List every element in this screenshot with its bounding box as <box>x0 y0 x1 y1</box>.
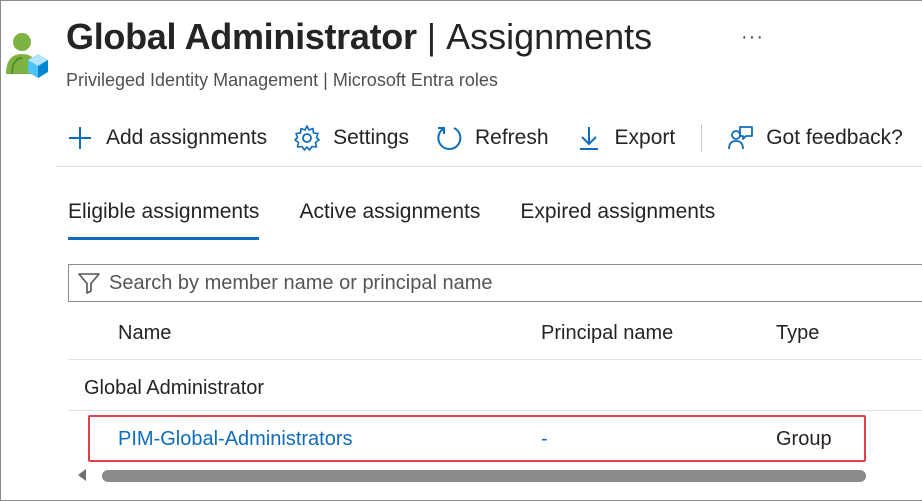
refresh-icon <box>437 127 462 150</box>
feedback-icon <box>728 126 754 150</box>
tab-eligible-assignments[interactable]: Eligible assignments <box>68 200 260 240</box>
title-separator: | <box>426 16 437 57</box>
table-header: Name Principal name Type <box>68 312 922 360</box>
add-assignments-button[interactable]: Add assignments <box>66 124 267 152</box>
column-header-name[interactable]: Name <box>118 322 171 345</box>
type-cell: Group <box>776 428 832 450</box>
settings-label: Settings <box>333 126 409 149</box>
group-label: Global Administrator <box>84 377 265 399</box>
page-title-section: Assignments <box>446 16 653 57</box>
column-header-type[interactable]: Type <box>776 322 819 345</box>
page-title-main: Global Administrator <box>66 16 417 57</box>
add-assignments-label: Add assignments <box>106 126 268 149</box>
table-row[interactable]: PIM-Global-Administrators - Group <box>68 412 922 462</box>
page-title: Global Administrator | Assignments <box>66 16 652 58</box>
toolbar-divider <box>701 124 703 152</box>
role-user-icon <box>6 33 48 78</box>
more-options-button[interactable]: ··· <box>741 26 764 49</box>
principal-name-cell: - <box>541 428 548 450</box>
refresh-label: Refresh <box>474 126 549 149</box>
tab-active-assignments[interactable]: Active assignments <box>299 200 480 238</box>
feedback-label: Got feedback? <box>766 126 903 149</box>
assignment-tabs: Eligible assignments Active assignments … <box>68 200 755 240</box>
table-group-row: Global Administrator <box>68 361 922 411</box>
assignment-name-link[interactable]: PIM-Global-Administrators <box>118 428 353 451</box>
toolbar-divider-line <box>56 166 922 167</box>
tab-expired-assignments[interactable]: Expired assignments <box>520 200 715 238</box>
plus-icon <box>69 127 91 149</box>
column-header-principal[interactable]: Principal name <box>541 322 673 345</box>
search-input[interactable] <box>109 271 809 295</box>
export-button[interactable]: Export <box>575 124 676 152</box>
filter-icon <box>78 273 100 294</box>
scrollbar-thumb[interactable] <box>102 470 866 482</box>
breadcrumb-subtitle: Privileged Identity Management | Microso… <box>66 70 498 90</box>
gear-icon <box>294 125 320 151</box>
command-bar: Add assignments Settings Refresh Export … <box>66 120 922 156</box>
search-box <box>68 264 922 302</box>
export-label: Export <box>614 126 676 149</box>
refresh-button[interactable]: Refresh <box>435 124 549 152</box>
horizontal-scrollbar[interactable] <box>68 465 922 487</box>
settings-button[interactable]: Settings <box>293 124 409 152</box>
download-icon <box>579 127 598 150</box>
scroll-left-icon[interactable] <box>78 469 86 481</box>
feedback-button[interactable]: Got feedback? <box>726 124 903 152</box>
